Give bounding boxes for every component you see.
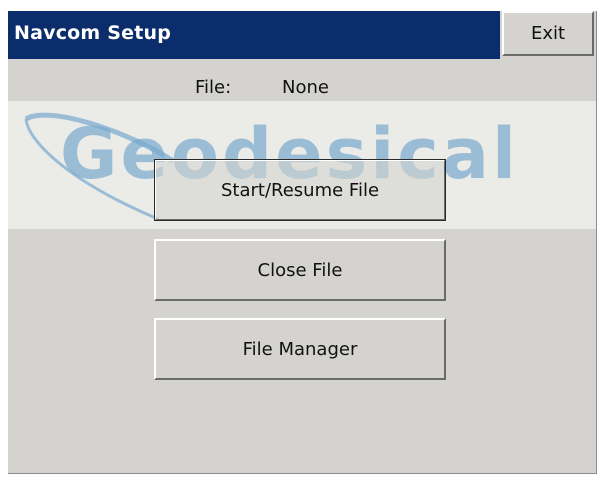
window-title: Navcom Setup: [14, 22, 172, 44]
exit-button[interactable]: Exit: [502, 11, 594, 56]
file-status: File: None: [8, 77, 596, 99]
navcom-setup-window: Navcom Setup Exit File: None Geodesical …: [8, 11, 597, 474]
file-label: File:: [195, 77, 232, 98]
file-manager-button[interactable]: File Manager: [154, 318, 446, 380]
start-resume-file-button[interactable]: Start/Resume File: [154, 159, 446, 221]
file-value: None: [282, 77, 329, 98]
title-bar: Navcom Setup: [8, 11, 500, 59]
close-file-button[interactable]: Close File: [154, 239, 446, 301]
